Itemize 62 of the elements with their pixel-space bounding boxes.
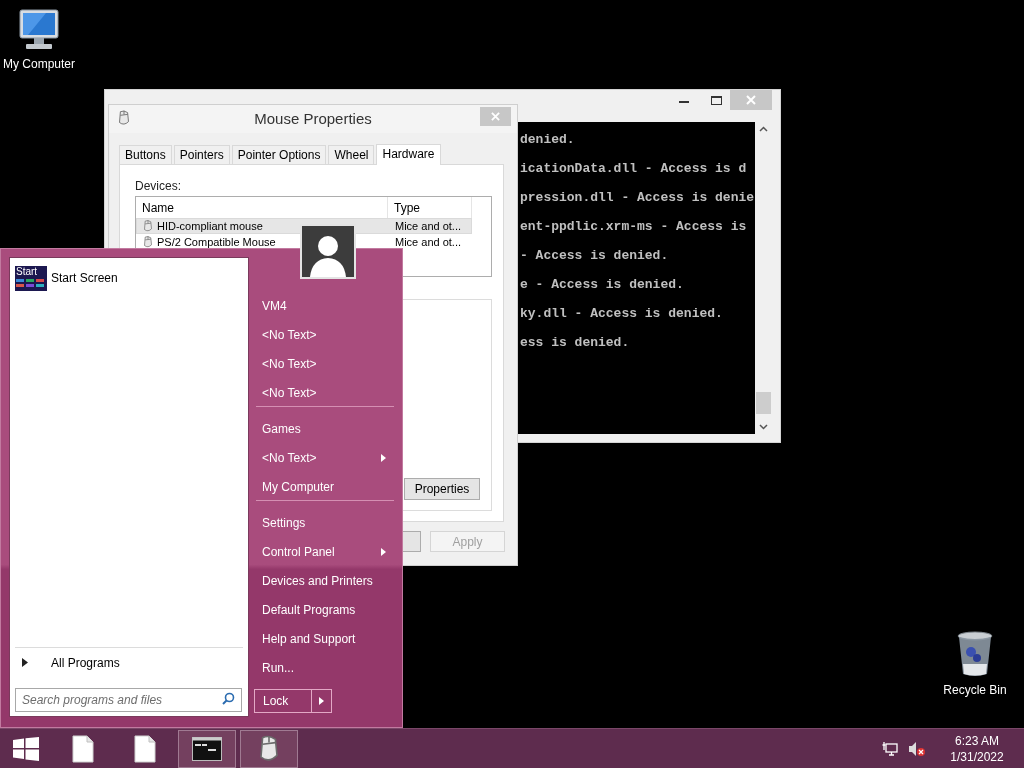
program-item[interactable]: Start Start Screen — [15, 264, 243, 292]
speaker-icon[interactable] — [908, 740, 926, 757]
table-cell-text: Mice and ot... — [394, 218, 462, 234]
search-field[interactable]: Search programs and files — [15, 688, 242, 712]
menu-item[interactable]: Default Programs — [254, 595, 394, 624]
all-programs-link[interactable]: All Programs — [51, 653, 120, 672]
console-line: pression.dll - Access is denie — [520, 190, 755, 206]
menu-item[interactable]: My Computer — [254, 472, 394, 501]
device-row[interactable]: PS/2 Compatible Mouse Mice and ot... — [136, 234, 472, 250]
start-screen-icon: Start — [15, 265, 47, 291]
menu-item[interactable]: Devices and Printers — [254, 566, 394, 595]
recycle-bin-icon — [955, 630, 995, 678]
clock[interactable]: 6:23 AM 1/31/2022 — [944, 732, 1010, 765]
taskbar-button[interactable] — [240, 729, 298, 768]
console-line: - Access is denied. — [520, 248, 670, 264]
menu-item[interactable]: <No Text> — [254, 320, 394, 349]
search-icon[interactable] — [222, 692, 235, 705]
console-line: denied. — [520, 132, 576, 148]
console-line: ent-ppdlic.xrm-ms - Access is — [520, 219, 748, 235]
document-icon — [134, 734, 156, 763]
tab[interactable]: Pointer Options — [231, 145, 327, 164]
menu-item[interactable]: VM4 — [254, 291, 394, 320]
menu-item[interactable]: Games — [254, 414, 394, 443]
document-icon — [72, 734, 94, 763]
scroll-down-icon[interactable] — [759, 424, 768, 430]
window-title: Mouse Properties — [254, 108, 372, 129]
console-line: ky.dll - Access is denied. — [520, 306, 724, 322]
tab[interactable]: Pointers — [173, 145, 230, 164]
device-row[interactable]: HID-compliant mouse Mice and ot... — [136, 218, 472, 234]
menu-item[interactable]: <No Text> — [254, 349, 394, 378]
mouse-icon — [141, 235, 155, 249]
computer-icon — [16, 8, 62, 52]
taskbar-button[interactable] — [178, 729, 236, 768]
console-line: e - Access is denied. — [520, 277, 685, 293]
table-cell-text: HID-compliant mouse — [157, 218, 263, 234]
field-label: Devices: — [135, 178, 182, 195]
table-cell-text: PS/2 Compatible Mouse — [157, 234, 276, 250]
menu-item[interactable]: Help and Support — [254, 624, 394, 653]
console-line: icationData.dll - Access is d — [520, 161, 748, 177]
lock-button[interactable]: Lock — [254, 689, 332, 713]
submenu-arrow-icon[interactable] — [319, 697, 324, 705]
menu-item[interactable]: Control Panel — [254, 537, 394, 566]
menu-item[interactable]: <No Text> — [254, 378, 394, 407]
tab[interactable]: Hardware — [376, 144, 441, 165]
mouse-icon — [141, 219, 155, 233]
maximize-icon[interactable] — [711, 95, 722, 105]
console-line: ess is denied. — [520, 335, 631, 351]
tab[interactable]: Buttons — [119, 145, 172, 164]
network-icon[interactable] — [882, 740, 898, 757]
console-icon — [192, 736, 222, 761]
tab[interactable]: Wheel — [328, 145, 375, 164]
menu-item[interactable]: <No Text> — [254, 443, 394, 472]
menu-item[interactable]: Settings — [254, 508, 394, 537]
desktop-icon-label[interactable]: My Computer — [3, 55, 75, 73]
scroll-up-icon[interactable] — [759, 126, 768, 132]
desktop-icon-label[interactable]: Recycle Bin — [943, 681, 1007, 699]
menu-item[interactable]: Run... — [254, 653, 394, 682]
properties-button[interactable]: Properties — [404, 478, 480, 500]
table-cell-text: Mice and ot... — [394, 234, 462, 250]
windows-logo-icon — [13, 736, 39, 761]
expand-arrow-icon — [22, 658, 28, 667]
scroll-thumb[interactable] — [756, 392, 771, 414]
